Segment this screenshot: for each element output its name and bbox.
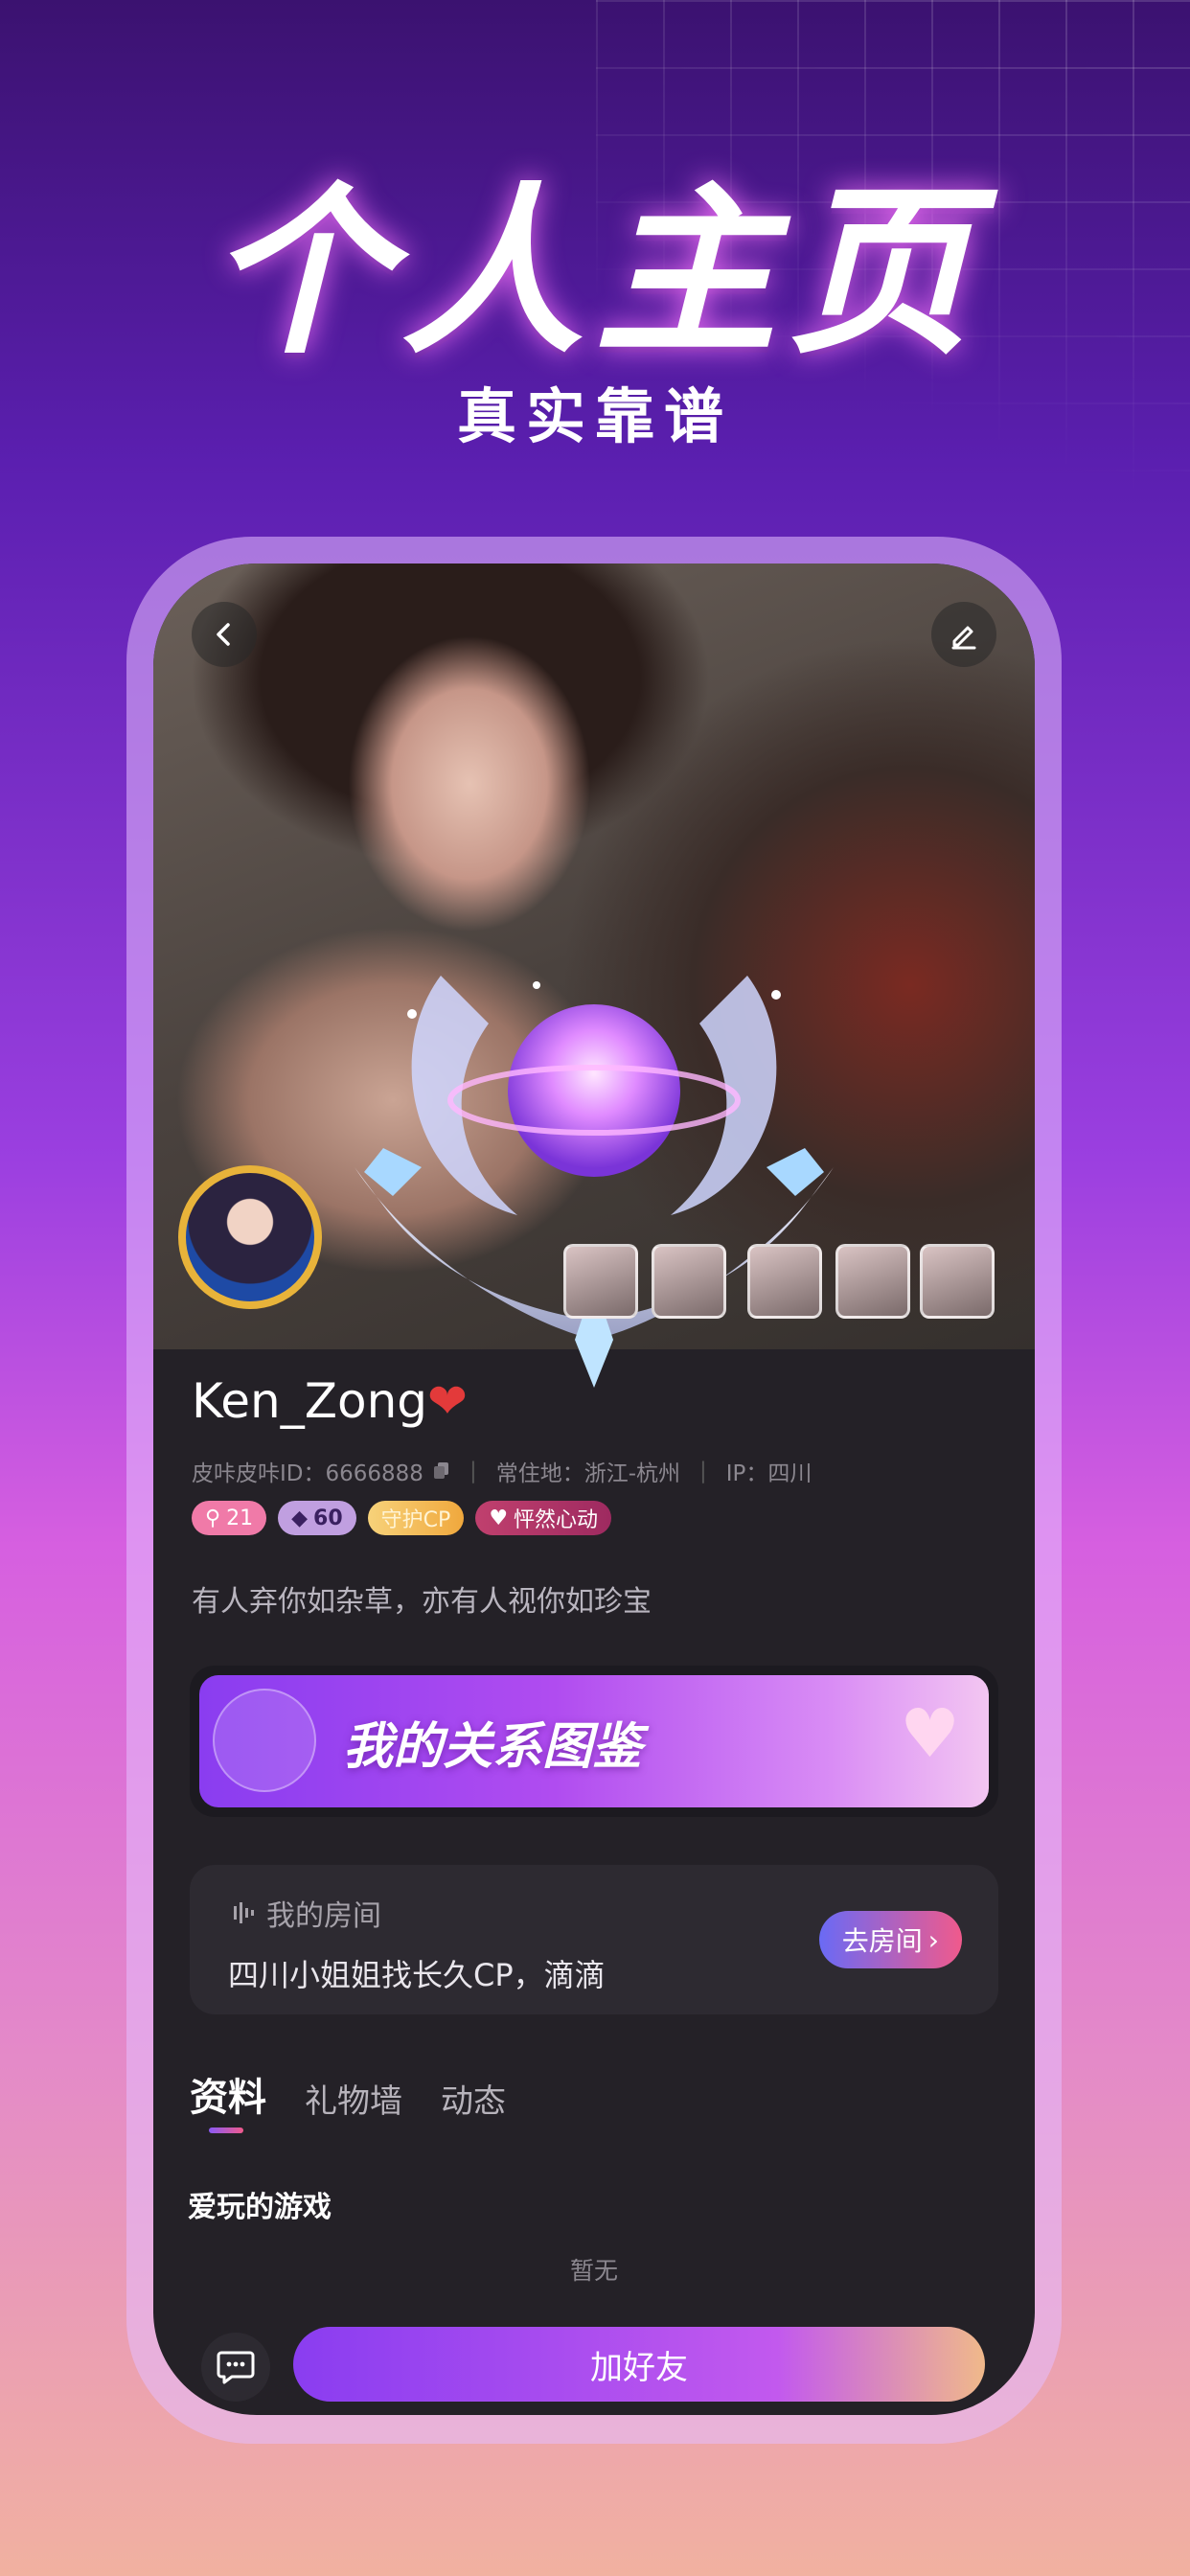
heart-icon: ❤ xyxy=(427,1373,468,1429)
promo-title: 个人主页 xyxy=(207,167,982,379)
back-button[interactable] xyxy=(192,602,257,667)
profile-meta-row: 皮咔皮咔ID：6666888 | 常住地：浙江-杭州 | IP：四川 xyxy=(192,1455,812,1487)
photo-thumbnail[interactable] xyxy=(652,1244,726,1319)
promo-subtitle: 真实靠谱 xyxy=(456,381,733,451)
tab-info[interactable]: 资料 xyxy=(190,2066,266,2122)
wealth-badge-value: 60 xyxy=(313,1506,343,1530)
chat-button[interactable] xyxy=(201,2333,270,2402)
photo-thumbnail[interactable] xyxy=(563,1244,638,1319)
ip-location: IP：四川 xyxy=(725,1461,812,1486)
bio-text: 有人弃你如杂草，亦有人视你如珍宝 xyxy=(192,1585,652,1619)
badge-list: ⚲ 21 ◆ 60 守护CP ♥ 怦然心动 xyxy=(192,1501,612,1535)
go-to-room-button[interactable]: 去房间 › xyxy=(818,1911,962,1968)
games-empty-text: 暂无 xyxy=(569,2257,618,2285)
chevron-right-icon: › xyxy=(927,1923,939,1956)
cp-badge: 守护CP xyxy=(367,1501,465,1535)
profile-tabs: 资料 礼物墙 动态 xyxy=(190,2066,506,2122)
location: 常住地：浙江-杭州 xyxy=(495,1461,680,1486)
heartbeat-badge-label: 怦然心动 xyxy=(514,1508,599,1532)
tab-gift-wall[interactable]: 礼物墙 xyxy=(305,2075,402,2122)
sound-wave-icon xyxy=(234,1902,254,1923)
edit-profile-button[interactable] xyxy=(931,602,996,667)
username-text: Ken_Zong xyxy=(192,1373,428,1429)
key-icon: ⚲ xyxy=(205,1506,221,1530)
back-icon xyxy=(217,623,230,646)
gem-icon: ◆ xyxy=(291,1506,309,1530)
heartbeat-badge: ♥ 怦然心动 xyxy=(475,1501,612,1535)
room-name: 四川小姐姐找长久CP，滴滴 xyxy=(228,1957,606,1993)
avatar-with-frame[interactable] xyxy=(159,1148,341,1330)
user-id: 皮咔皮咔ID：6666888 xyxy=(192,1461,423,1486)
room-label: 我的房间 xyxy=(266,1899,381,1933)
hearts-icon: ♥ xyxy=(900,1694,960,1773)
go-room-label: 去房间 xyxy=(841,1925,923,1957)
cp-badge-label: 守护CP xyxy=(380,1508,451,1532)
photo-thumbnail[interactable] xyxy=(747,1244,822,1319)
games-section-title: 爱玩的游戏 xyxy=(188,2191,332,2224)
relation-circle xyxy=(213,1689,316,1792)
copy-icon[interactable] xyxy=(433,1461,450,1481)
level-badge: ⚲ 21 xyxy=(192,1501,267,1535)
active-tab-indicator xyxy=(209,2128,243,2133)
level-badge-value: 21 xyxy=(226,1506,254,1530)
username: Ken_Zong❤ xyxy=(192,1373,468,1429)
photo-thumbnail[interactable] xyxy=(835,1244,910,1319)
relation-title: 我的关系图鉴 xyxy=(343,1717,643,1776)
room-label-row: 我的房间 xyxy=(232,1892,381,1934)
wealth-badge: ◆ 60 xyxy=(278,1501,356,1535)
add-friend-button[interactable]: 加好友 xyxy=(293,2327,985,2402)
relation-banner-inner: 我的关系图鉴 ♥ xyxy=(199,1675,989,1807)
divider: | xyxy=(469,1459,477,1484)
photo-thumbnail[interactable] xyxy=(920,1244,995,1319)
my-room-card[interactable]: 我的房间 四川小姐姐找长久CP，滴滴 去房间 › xyxy=(190,1865,998,2014)
phone-screen: Ken_Zong❤ 皮咔皮咔ID：6666888 | 常住地：浙江-杭州 | I… xyxy=(153,564,1035,2415)
relation-map-banner[interactable]: 我的关系图鉴 ♥ xyxy=(190,1666,998,1817)
divider: | xyxy=(699,1459,707,1484)
edit-icon xyxy=(951,626,976,650)
tab-moments[interactable]: 动态 xyxy=(441,2075,506,2122)
phone-frame: Ken_Zong❤ 皮咔皮咔ID：6666888 | 常住地：浙江-杭州 | I… xyxy=(126,537,1062,2444)
chat-icon xyxy=(217,2351,255,2384)
avatar xyxy=(178,1165,322,1309)
heart-wing-icon: ♥ xyxy=(489,1506,509,1530)
bottom-action-bar: 加好友 xyxy=(153,2327,1035,2415)
